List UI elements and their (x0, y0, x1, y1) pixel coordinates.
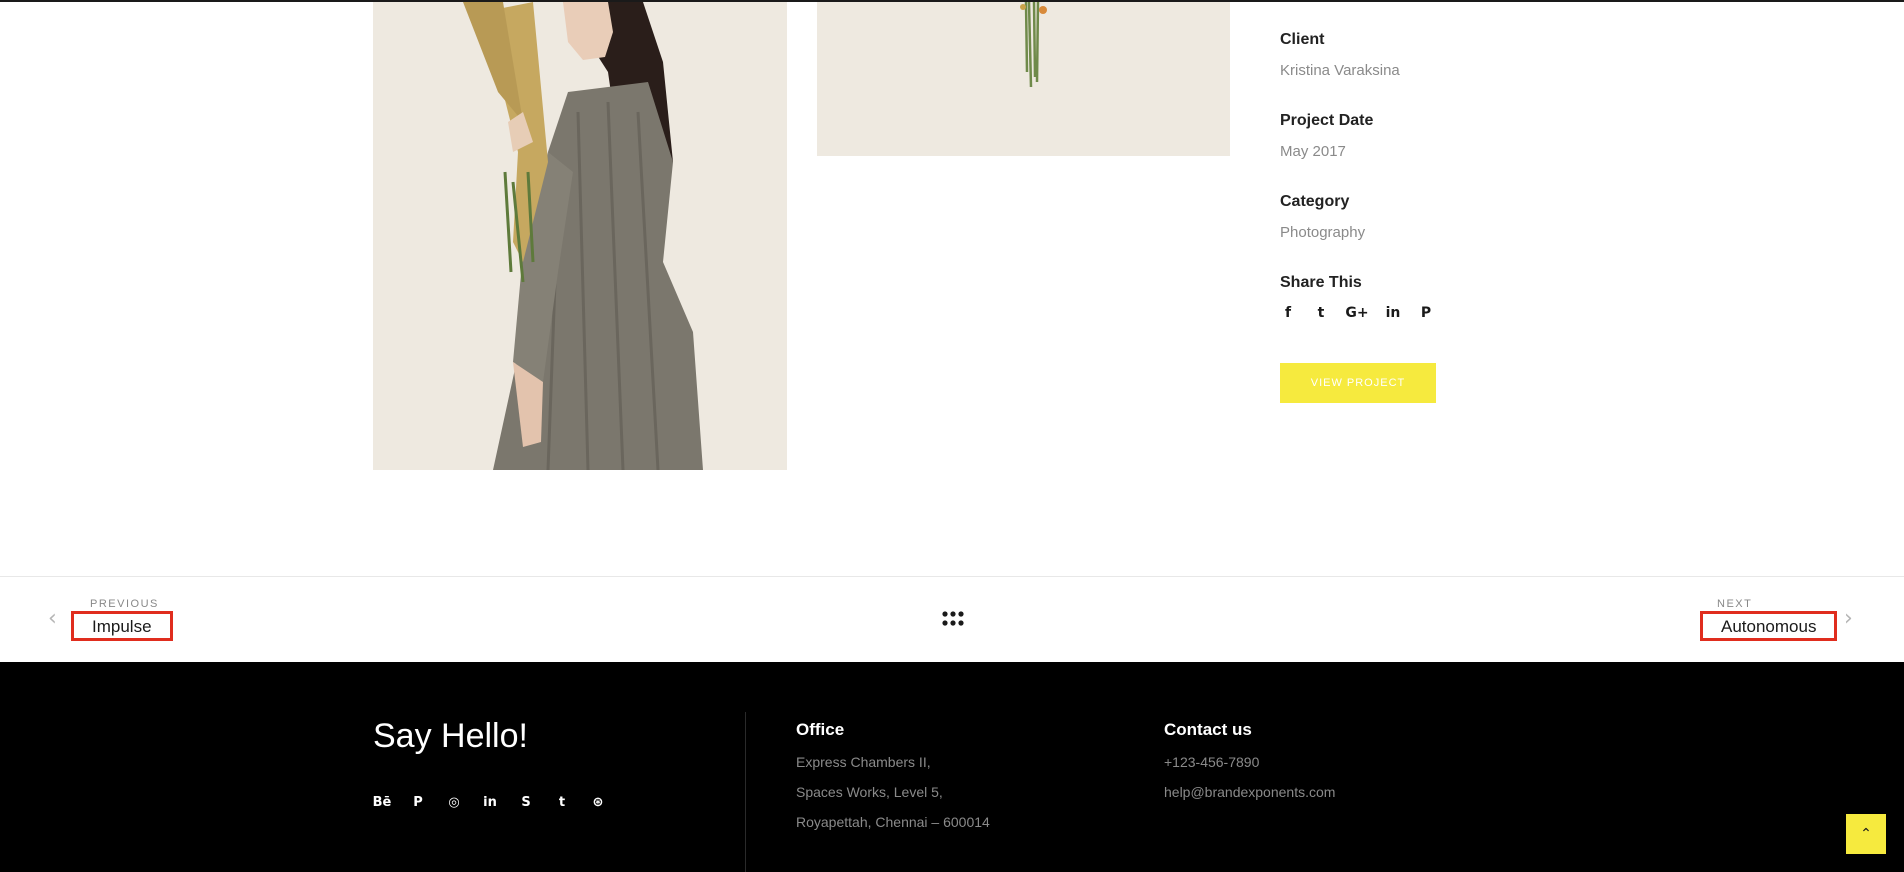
skype-icon[interactable]: S (516, 792, 536, 812)
facebook-icon[interactable]: f (1280, 305, 1296, 321)
twitter-icon[interactable]: t (552, 792, 572, 812)
hanging-flowers-photo (817, 2, 1230, 156)
pinterest-icon[interactable]: P (1418, 305, 1434, 321)
gallery-image-hanging-flowers[interactable] (817, 2, 1230, 156)
gallery-image-woman-with-flowers[interactable] (373, 2, 787, 470)
client-label: Client (1280, 31, 1325, 48)
client-value: Kristina Varaksina (1280, 62, 1400, 79)
contact-phone[interactable]: +123-456-7890 (1164, 752, 1259, 772)
next-label: Next (1717, 598, 1753, 610)
category-label: Category (1280, 193, 1350, 210)
share-icons: f t G+ in P (1280, 303, 1580, 323)
office-heading: Office (796, 720, 845, 739)
behance-icon[interactable]: Bē (372, 792, 392, 812)
back-to-top-button[interactable]: ⌃ (1846, 814, 1886, 854)
office-address-line-1: Express Chambers II, (796, 754, 931, 770)
instagram-icon[interactable]: ◎ (444, 792, 464, 812)
twitter-icon[interactable]: t (1313, 305, 1329, 321)
office-address-line-3: Royapettah, Chennai – 600014 (796, 814, 990, 830)
grid-menu-icon[interactable] (942, 611, 964, 627)
previous-label: Previous (90, 598, 159, 610)
next-project-link[interactable]: Autonomous (1700, 611, 1838, 641)
footer-divider (745, 712, 746, 872)
contact-heading: Contact us (1164, 720, 1252, 739)
say-hello-heading: Say Hello! (373, 717, 528, 755)
linkedin-icon[interactable]: in (480, 792, 500, 812)
contact-email[interactable]: help@brandexponents.com (1164, 782, 1335, 802)
project-date-label: Project Date (1280, 112, 1374, 129)
linkedin-icon[interactable]: in (1385, 305, 1401, 321)
project-details: Client Kristina Varaksina Project Date M… (1280, 30, 1580, 403)
pinterest-icon[interactable]: P (408, 792, 428, 812)
footer: Say Hello! Bē P ◎ in S t ⊛ Office Expres… (0, 662, 1904, 872)
google-plus-icon[interactable]: G+ (1345, 305, 1368, 321)
view-project-button[interactable]: View Project (1280, 363, 1436, 403)
office-address-line-2: Spaces Works, Level 5, (796, 784, 943, 800)
woman-with-flowers-photo (373, 2, 787, 470)
project-navigation: ‹ Previous Impulse Next Autonomous › (0, 576, 1904, 662)
dribbble-icon[interactable]: ⊛ (588, 792, 608, 812)
chevron-right-icon[interactable]: › (1844, 607, 1858, 631)
project-date-value: May 2017 (1280, 143, 1346, 160)
social-icons: Bē P ◎ in S t ⊛ (372, 792, 608, 812)
share-this-label: Share This (1280, 274, 1362, 291)
previous-project-link[interactable]: Impulse (71, 611, 173, 641)
chevron-left-icon[interactable]: ‹ (48, 607, 62, 631)
category-value: Photography (1280, 224, 1366, 241)
